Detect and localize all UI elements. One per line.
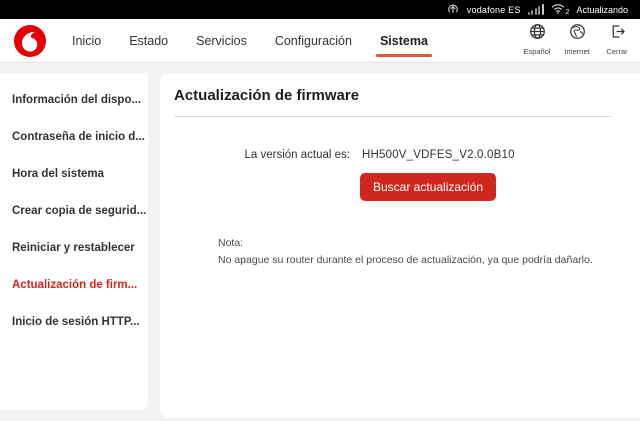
main-nav: Inicio Estado Servicios Configuración Si… <box>58 20 442 62</box>
globe-internet-icon <box>569 23 586 45</box>
nav-item-inicio[interactable]: Inicio <box>58 20 115 62</box>
content-area: Información del dispo... Contraseña de i… <box>0 73 640 421</box>
nav-item-servicios[interactable]: Servicios <box>182 20 261 62</box>
logout-label: Cerrar <box>606 47 627 56</box>
sidebar-item-http-login[interactable]: Inicio de sesión HTTP... <box>12 303 148 340</box>
version-value: HH500V_VDFES_V2.0.0B10 <box>362 149 515 161</box>
logout-button[interactable]: Cerrar <box>600 23 634 56</box>
status-bar: vodafone ES 2 Actualizando <box>0 0 640 19</box>
vodafone-logo-icon <box>14 25 46 57</box>
logout-icon <box>609 23 626 45</box>
header-actions: Español Internet Cerrar <box>520 23 634 56</box>
globe-language-icon <box>529 23 546 45</box>
internet-button[interactable]: Internet <box>560 23 594 56</box>
sidebar-item-system-time[interactable]: Hora del sistema <box>12 155 148 192</box>
note-block: Nota: No apague su router durante el pro… <box>218 235 612 269</box>
signal-bars-icon <box>528 4 544 15</box>
sidebar-item-restart-reset[interactable]: Reiniciar y restablecer <box>12 229 148 266</box>
note-text: No apague su router durante el proceso d… <box>218 252 612 269</box>
firmware-version-row: La versión actual es: HH500V_VDFES_V2.0.… <box>172 149 612 161</box>
network-name: vodafone ES <box>467 5 521 15</box>
status-text: Actualizando <box>576 5 628 15</box>
sidebar: Información del dispo... Contraseña de i… <box>0 73 148 410</box>
version-label: La versión actual es: <box>172 149 350 161</box>
page-title: Actualización de firmware <box>172 85 612 116</box>
title-divider <box>174 116 612 117</box>
sidebar-item-login-password[interactable]: Contraseña de inicio d... <box>12 118 148 155</box>
language-button[interactable]: Español <box>520 23 554 56</box>
wifi-network-count: 2 <box>566 9 570 16</box>
main-panel: Actualización de firmware La versión act… <box>160 73 640 418</box>
note-title: Nota: <box>218 235 612 252</box>
sidebar-item-device-info[interactable]: Información del dispo... <box>12 81 148 118</box>
internet-label: Internet <box>564 47 589 56</box>
nav-item-configuracion[interactable]: Configuración <box>261 20 366 62</box>
language-label: Español <box>523 47 550 56</box>
header: Inicio Estado Servicios Configuración Si… <box>0 19 640 63</box>
upload-cloud-icon <box>446 2 460 18</box>
sidebar-item-firmware-update[interactable]: Actualización de firm... <box>12 266 148 303</box>
wifi-icon <box>551 3 565 16</box>
nav-item-sistema[interactable]: Sistema <box>366 20 442 62</box>
sidebar-item-backup[interactable]: Crear copia de segurid... <box>12 192 148 229</box>
check-update-button[interactable]: Buscar actualización <box>360 173 496 201</box>
nav-item-estado[interactable]: Estado <box>115 20 182 62</box>
